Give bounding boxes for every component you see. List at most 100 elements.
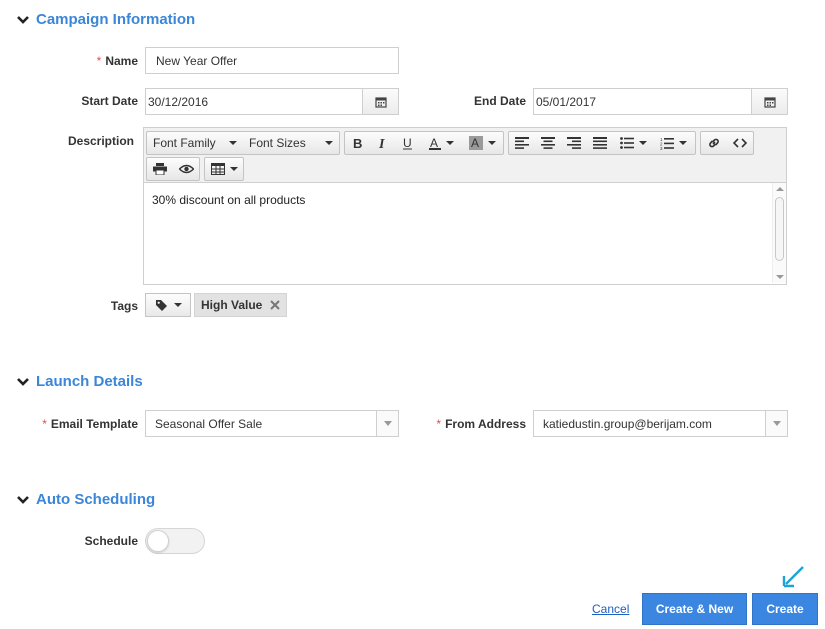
align-center-button[interactable] bbox=[535, 132, 561, 154]
svg-text:B: B bbox=[353, 137, 362, 150]
text-color-icon: A bbox=[428, 137, 441, 150]
caret-down-icon bbox=[487, 141, 496, 145]
calendar-icon bbox=[374, 96, 387, 108]
align-right-icon bbox=[567, 137, 581, 149]
code-button[interactable] bbox=[727, 132, 753, 154]
align-left-button[interactable] bbox=[509, 132, 535, 154]
tags-label: Tags bbox=[110, 299, 138, 313]
numbered-list-button[interactable]: 123 bbox=[653, 132, 693, 154]
required-marker: * bbox=[96, 54, 102, 68]
caret-down-icon bbox=[678, 141, 687, 145]
font-group: Font Family Font Sizes bbox=[146, 131, 340, 155]
editor-content-area[interactable]: 30% discount on all products bbox=[144, 183, 786, 283]
email-template-label: * Email Template bbox=[42, 417, 138, 431]
schedule-toggle[interactable] bbox=[145, 528, 205, 554]
scheduling-section-header[interactable]: Auto Scheduling bbox=[16, 491, 155, 508]
create-and-new-button[interactable]: Create & New bbox=[642, 593, 747, 625]
print-button[interactable] bbox=[147, 158, 173, 180]
align-left-icon bbox=[515, 137, 529, 149]
description-label: Description bbox=[67, 134, 134, 148]
remove-tag-icon[interactable] bbox=[270, 300, 281, 310]
caret-down-icon bbox=[173, 303, 182, 307]
description-text: 30% discount on all products bbox=[152, 193, 306, 207]
required-marker: * bbox=[42, 417, 47, 431]
start-date-value: 30/12/2016 bbox=[148, 94, 209, 109]
print-icon bbox=[153, 163, 167, 175]
tag-chip: High Value bbox=[194, 293, 288, 317]
start-date-calendar-button[interactable] bbox=[362, 89, 398, 114]
align-justify-button[interactable] bbox=[587, 132, 613, 154]
preview-button[interactable] bbox=[173, 158, 199, 180]
create-button[interactable]: Create bbox=[752, 593, 818, 625]
email-template-dropdown-arrow[interactable] bbox=[376, 411, 398, 436]
link-icon bbox=[709, 138, 719, 148]
paragraph-group: 123 bbox=[508, 131, 696, 155]
tag-label: High Value bbox=[201, 298, 263, 312]
svg-text:U: U bbox=[403, 137, 412, 150]
caret-down-icon bbox=[229, 167, 238, 171]
editor-scrollbar[interactable] bbox=[772, 183, 786, 283]
launch-section-header[interactable]: Launch Details bbox=[16, 373, 143, 390]
toggle-knob bbox=[147, 530, 169, 552]
end-date-value: 05/01/2017 bbox=[536, 94, 597, 109]
format-group: B I U A A bbox=[344, 131, 504, 155]
svg-text:3: 3 bbox=[660, 146, 663, 150]
italic-button[interactable]: I bbox=[370, 132, 395, 154]
svg-text:I: I bbox=[378, 137, 385, 150]
svg-text:A: A bbox=[471, 136, 479, 150]
highlight-icon: A bbox=[468, 136, 483, 150]
from-address-select[interactable]: katiedustin.group@berijam.com bbox=[533, 410, 788, 437]
schedule-label: Schedule bbox=[84, 534, 138, 548]
from-address-dropdown-arrow[interactable] bbox=[765, 411, 787, 436]
link-button[interactable] bbox=[701, 132, 727, 154]
bold-button[interactable]: B bbox=[345, 132, 370, 154]
email-template-select[interactable]: Seasonal Offer Sale bbox=[145, 410, 399, 437]
end-date-field[interactable]: 05/01/2017 bbox=[533, 88, 788, 115]
chevron-down-icon bbox=[17, 15, 29, 24]
description-editor: Font Family Font Sizes B I U A A 1 2 3 3… bbox=[143, 127, 787, 285]
campaign-section-header[interactable]: Campaign Information bbox=[16, 11, 195, 28]
end-date-calendar-button[interactable] bbox=[751, 89, 787, 114]
caret-down-icon bbox=[772, 421, 781, 426]
scroll-up-icon bbox=[776, 187, 784, 191]
italic-icon: I bbox=[378, 137, 385, 150]
caret-down-icon bbox=[445, 141, 454, 145]
email-template-value: Seasonal Offer Sale bbox=[155, 416, 263, 431]
caret-down-icon bbox=[229, 141, 237, 145]
caret-down-icon bbox=[325, 141, 333, 145]
end-date-label: End Date bbox=[473, 94, 526, 108]
underline-icon: U bbox=[402, 137, 412, 150]
chevron-down-icon bbox=[17, 377, 29, 386]
numbered-list-icon: 123 bbox=[660, 137, 674, 150]
table-icon bbox=[210, 163, 225, 175]
launch-section-title: Launch Details bbox=[36, 373, 143, 390]
table-button[interactable] bbox=[205, 158, 243, 180]
pointer-arrow-icon bbox=[782, 566, 804, 588]
calendar-icon bbox=[763, 96, 776, 108]
chevron-down-icon bbox=[17, 495, 29, 504]
tag-picker-button[interactable] bbox=[145, 293, 191, 317]
code-icon bbox=[733, 138, 747, 148]
align-justify-icon bbox=[593, 137, 607, 149]
preview-icon bbox=[178, 164, 194, 174]
font-sizes-dropdown[interactable]: Font Sizes bbox=[243, 132, 339, 154]
bullet-list-button[interactable] bbox=[613, 132, 653, 154]
cancel-link[interactable]: Cancel bbox=[592, 602, 629, 616]
from-address-label: * From Address bbox=[436, 417, 526, 431]
underline-button[interactable]: U bbox=[395, 132, 420, 154]
font-family-dropdown[interactable]: Font Family bbox=[147, 132, 243, 154]
caret-down-icon bbox=[383, 421, 392, 426]
name-field[interactable]: New Year Offer bbox=[145, 47, 399, 74]
tag-icon bbox=[155, 299, 167, 311]
text-color-button[interactable]: A bbox=[420, 132, 462, 154]
scrollbar-thumb[interactable] bbox=[775, 197, 784, 261]
editor-toolbar: Font Family Font Sizes B I U A A 1 2 3 bbox=[144, 128, 786, 183]
align-right-button[interactable] bbox=[561, 132, 587, 154]
start-date-field[interactable]: 30/12/2016 bbox=[145, 88, 399, 115]
name-label: * Name bbox=[96, 54, 138, 68]
campaign-section-title: Campaign Information bbox=[36, 11, 196, 28]
insert-group bbox=[700, 131, 754, 155]
highlight-button[interactable]: A bbox=[462, 132, 502, 154]
caret-down-icon bbox=[638, 141, 647, 145]
align-center-icon bbox=[541, 137, 555, 149]
